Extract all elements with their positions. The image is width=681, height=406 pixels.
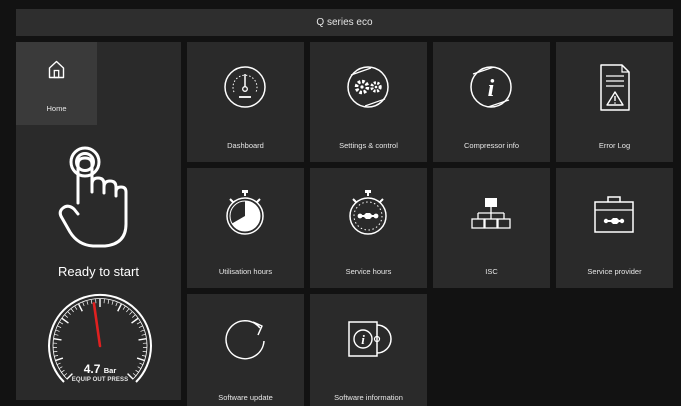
gauge-tick <box>140 329 145 332</box>
settings-control-tile[interactable]: Settings & control <box>310 42 427 162</box>
gauge-tick <box>61 317 69 324</box>
touch-hand-icon <box>58 146 128 248</box>
gauge-readout: 4.7 Bar <box>54 362 146 376</box>
isc-label: ISC <box>485 267 498 276</box>
gauge-tick <box>86 300 89 305</box>
gauge-tick <box>117 303 122 312</box>
gauge-tick <box>115 302 118 307</box>
gauge-unit: Bar <box>103 366 117 375</box>
gauge-tick <box>136 357 145 362</box>
software-update-label: Software update <box>218 393 273 402</box>
service-provider-label: Service provider <box>587 267 642 276</box>
settings-control-label: Settings & control <box>339 141 398 150</box>
isc-tile[interactable]: ISC <box>433 168 550 288</box>
svg-text:i: i <box>361 332 365 347</box>
stopwatch-icon <box>226 190 264 235</box>
error-log-icon <box>600 64 630 111</box>
gauge-tick <box>107 299 110 304</box>
software-information-tile[interactable]: i Software information <box>310 294 427 406</box>
gauge-tick <box>82 302 85 307</box>
gauge-tick <box>136 321 141 325</box>
gauge-tick <box>90 299 93 304</box>
gauge-tick <box>53 351 58 353</box>
refresh-icon <box>225 319 265 360</box>
service-hours-label: Service hours <box>345 267 392 276</box>
service-provider-tile[interactable]: Service provider <box>556 168 673 288</box>
gauge-tick <box>131 317 139 324</box>
software-update-tile[interactable]: Software update <box>187 294 304 406</box>
network-hierarchy-icon <box>471 198 511 229</box>
settings-gears-icon <box>347 66 389 108</box>
utilisation-hours-tile[interactable]: Utilisation hours <box>187 168 304 288</box>
home-label: Home <box>46 104 67 113</box>
gauge-tick <box>70 308 74 313</box>
gauge-tick <box>126 308 130 313</box>
dashboard-label: Dashboard <box>227 141 264 150</box>
gauge-tick <box>55 329 60 332</box>
app-title: Q series eco <box>316 17 373 28</box>
title-bar: Q series eco <box>16 9 673 36</box>
gauge-tick <box>122 306 126 310</box>
dashboard-gauge-icon <box>224 66 266 108</box>
error-log-label: Error Log <box>598 141 631 150</box>
gauge-tick <box>141 333 146 336</box>
software-information-label: Software information <box>334 393 403 402</box>
gauge-tick <box>138 337 147 341</box>
info-icon: i <box>470 66 512 108</box>
gauge-tick <box>74 306 78 310</box>
gauge-tick <box>67 311 71 315</box>
home-icon <box>48 60 65 79</box>
gauge-tick <box>55 357 64 362</box>
home-button[interactable]: Home <box>16 42 97 125</box>
dashboard-tile[interactable]: Dashboard <box>187 42 304 162</box>
gauge-tick <box>78 303 83 312</box>
toolbox-icon <box>594 196 634 233</box>
error-log-tile[interactable]: Error Log <box>556 42 673 162</box>
gauge-tick <box>64 314 68 318</box>
gauge-tick <box>54 333 59 336</box>
service-hours-tile[interactable]: Service hours <box>310 168 427 288</box>
gauge-tick <box>57 325 62 329</box>
software-info-icon: i <box>348 321 392 357</box>
gauge-tick <box>59 321 64 325</box>
gauge-needle <box>92 302 102 348</box>
compressor-info-label: Compressor info <box>463 141 520 150</box>
sidebar: Home Ready to start 4.7 Bar EQUIP OUT PR… <box>16 42 181 400</box>
service-stopwatch-icon <box>349 190 387 235</box>
gauge-value: 4.7 <box>83 362 101 376</box>
svg-text:i: i <box>488 76 495 102</box>
gauge-tick <box>53 337 62 341</box>
gauge-tick <box>111 300 114 305</box>
gauge-label: EQUIP OUT PRESS <box>71 377 129 383</box>
utilisation-hours-label: Utilisation hours <box>218 267 273 276</box>
gauge-tick <box>132 314 136 318</box>
gauge-tick <box>138 325 143 329</box>
gauge-tick <box>129 311 133 315</box>
gauge-tick <box>141 355 146 357</box>
status-text: Ready to start <box>58 264 139 279</box>
gauge-tick <box>54 355 59 357</box>
gauge-tick <box>142 351 147 353</box>
compressor-info-tile[interactable]: i Compressor info <box>433 42 550 162</box>
